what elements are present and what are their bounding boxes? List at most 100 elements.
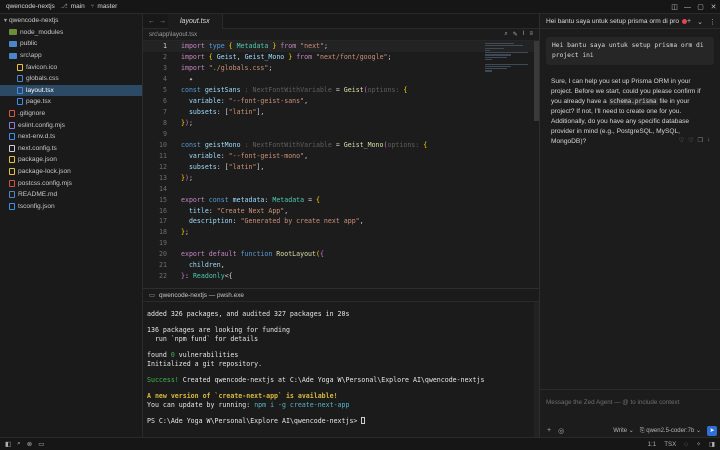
add-context-icon[interactable]: + [547,427,551,435]
file-icon [17,98,23,106]
tree-item[interactable]: README.md [0,189,142,201]
tree-item[interactable]: package-lock.json [0,166,142,178]
forward-arrow-icon[interactable]: → [157,18,168,25]
agent-header: Hei bantu saya untuk setup prisma orm di… [540,14,720,29]
breadcrumb[interactable]: src\app\layout.tsx [149,31,197,38]
scroll-down-icon[interactable]: ↓ [707,137,710,144]
more-options-icon[interactable]: ≡ [529,31,533,38]
minimap[interactable] [485,43,533,83]
code-actions-icon[interactable]: ✎ [513,31,518,38]
new-thread-icon[interactable]: + [687,18,691,25]
code-token: type [208,42,229,51]
chevron-down-icon[interactable]: ⌄ [697,18,703,26]
branch-switcher-main[interactable]: ⎇ main [61,3,85,10]
code-line: 10 const geistMono : NextFontWithVariable… [143,139,539,150]
code-token: subsets [181,108,217,117]
tree-item[interactable]: globals.css [0,73,142,85]
back-arrow-icon[interactable]: ← [146,18,157,25]
code-token: "Create Next App" [216,206,285,215]
agent-message-input[interactable]: Message the Zed Agent — @ to include con… [546,399,679,406]
tree-root[interactable]: ▼ qwencode-nextjs [0,15,142,27]
minimap-line [485,63,529,65]
layout-toggle-button[interactable]: ◫ [668,3,681,11]
terminal-tab[interactable]: ▭ qwencode-nextjs — pwsh.exe [149,291,244,300]
tree-item[interactable]: postcss.config.mjs [0,177,142,189]
tree-item[interactable]: next-env.d.ts [0,131,142,143]
code-token: , [304,151,309,160]
thumbs-up-icon[interactable]: ♡ [679,137,684,144]
branch-switcher-master[interactable]: ⑂ master [91,3,117,10]
language-selector[interactable]: TSX [664,441,676,448]
assistant-icon[interactable]: ✧ [696,441,701,448]
message-actions: ♡ ♡ ❐ ↓ [679,137,710,144]
tree-item[interactable]: page.tsx [0,96,142,108]
code-token: ], [256,108,265,117]
code-token: export [181,250,209,259]
diagnostics-icon[interactable]: ⊗ [27,440,32,448]
code-token: "latin" [228,108,257,117]
code-token: import [181,64,209,73]
line-number: 2 [163,53,167,62]
window-controls: ◫ — ▢ ✕ [668,0,720,14]
branch-master-label: master [97,3,118,10]
model-label: qwen2.5-coder:7b [646,427,695,434]
code-line: 15 export const metadata: Metadata = { [143,194,539,205]
code-token: options: [367,86,404,95]
tree-item[interactable]: tsconfig.json [0,201,142,213]
tree-item[interactable]: package.json [0,154,142,166]
close-button[interactable]: ✕ [707,3,720,11]
code-editor[interactable]: 1 import type { Metadata } from "next"; 2 i… [143,41,539,287]
minimap-line [485,45,524,47]
maximize-button[interactable]: ▢ [694,3,707,11]
tree-item[interactable]: public [0,38,142,50]
code-token: function [240,250,277,259]
thumbs-down-icon[interactable]: ♡ [688,137,693,144]
minimize-button[interactable]: — [681,4,694,11]
file-icon [17,63,23,71]
tree-item[interactable]: .gitignore [0,108,142,120]
tree-item[interactable]: eslint.config.mjs [0,119,142,131]
project-switcher[interactable]: qwencode-nextjs [6,3,55,10]
bell-icon[interactable]: ◌ [684,441,688,448]
editor-pane: ← → layout.tsx src\app\layout.tsx ⌕ ✎ I … [143,13,539,288]
code-line: 4 ✦ [143,74,539,85]
code-token: ; [184,228,189,237]
folder-icon [9,52,17,59]
mode-label: Write [613,428,628,434]
terminal-text: A new version of `create-next-app` is av… [147,391,338,400]
more-options-icon[interactable]: ⋮ [709,18,716,26]
file-icon [9,179,15,187]
terminal-line: found 0 vulnerabilities [147,351,539,361]
code-token: children [181,261,221,270]
code-line: 14 [143,183,539,194]
model-selector[interactable]: ⎘ qwen2.5-coder:7b ⌄ [640,427,701,435]
cursor-position[interactable]: 1:1 [648,441,657,448]
file-tree: node_modules public src\app favicon.ico glob… [0,27,142,213]
toggle-right-dock-icon[interactable]: ◨ [709,441,715,448]
copy-icon[interactable]: ❐ [698,137,703,144]
tree-item[interactable]: node_modules [0,27,142,39]
code-token: ; [268,64,273,73]
tree-item[interactable]: next.config.ts [0,143,142,155]
cursor-text-icon[interactable]: I [523,31,525,38]
branch-main-label: main [70,3,85,10]
file-icon [9,202,15,210]
send-button[interactable]: ➤ [707,425,717,436]
search-icon[interactable]: ⌕ [17,440,21,448]
tree-item[interactable]: layout.tsx [0,84,142,97]
tree-item[interactable]: src\app [0,50,142,62]
code-token: from [292,53,317,62]
agent-thread-title: Hei bantu saya untuk setup prisma orm di… [546,17,680,25]
terminal-line: run `npm fund` for details [147,335,539,345]
code-token: , [236,53,245,62]
tab-layout-tsx[interactable]: layout.tsx [168,13,223,29]
toggle-left-dock-icon[interactable]: ◧ [5,440,11,448]
terminal-icon[interactable]: ▭ [38,440,44,448]
tree-item[interactable]: favicon.ico [0,61,142,73]
code-line: 21 children, [143,260,539,271]
project-name: qwencode-nextjs [6,3,55,10]
settings-icon[interactable]: ◎ [558,427,564,435]
mode-selector[interactable]: Write ⌄ [613,427,634,434]
search-icon[interactable]: ⌕ [504,31,507,38]
terminal-output[interactable]: added 326 packages, and audited 327 pack… [143,302,539,426]
